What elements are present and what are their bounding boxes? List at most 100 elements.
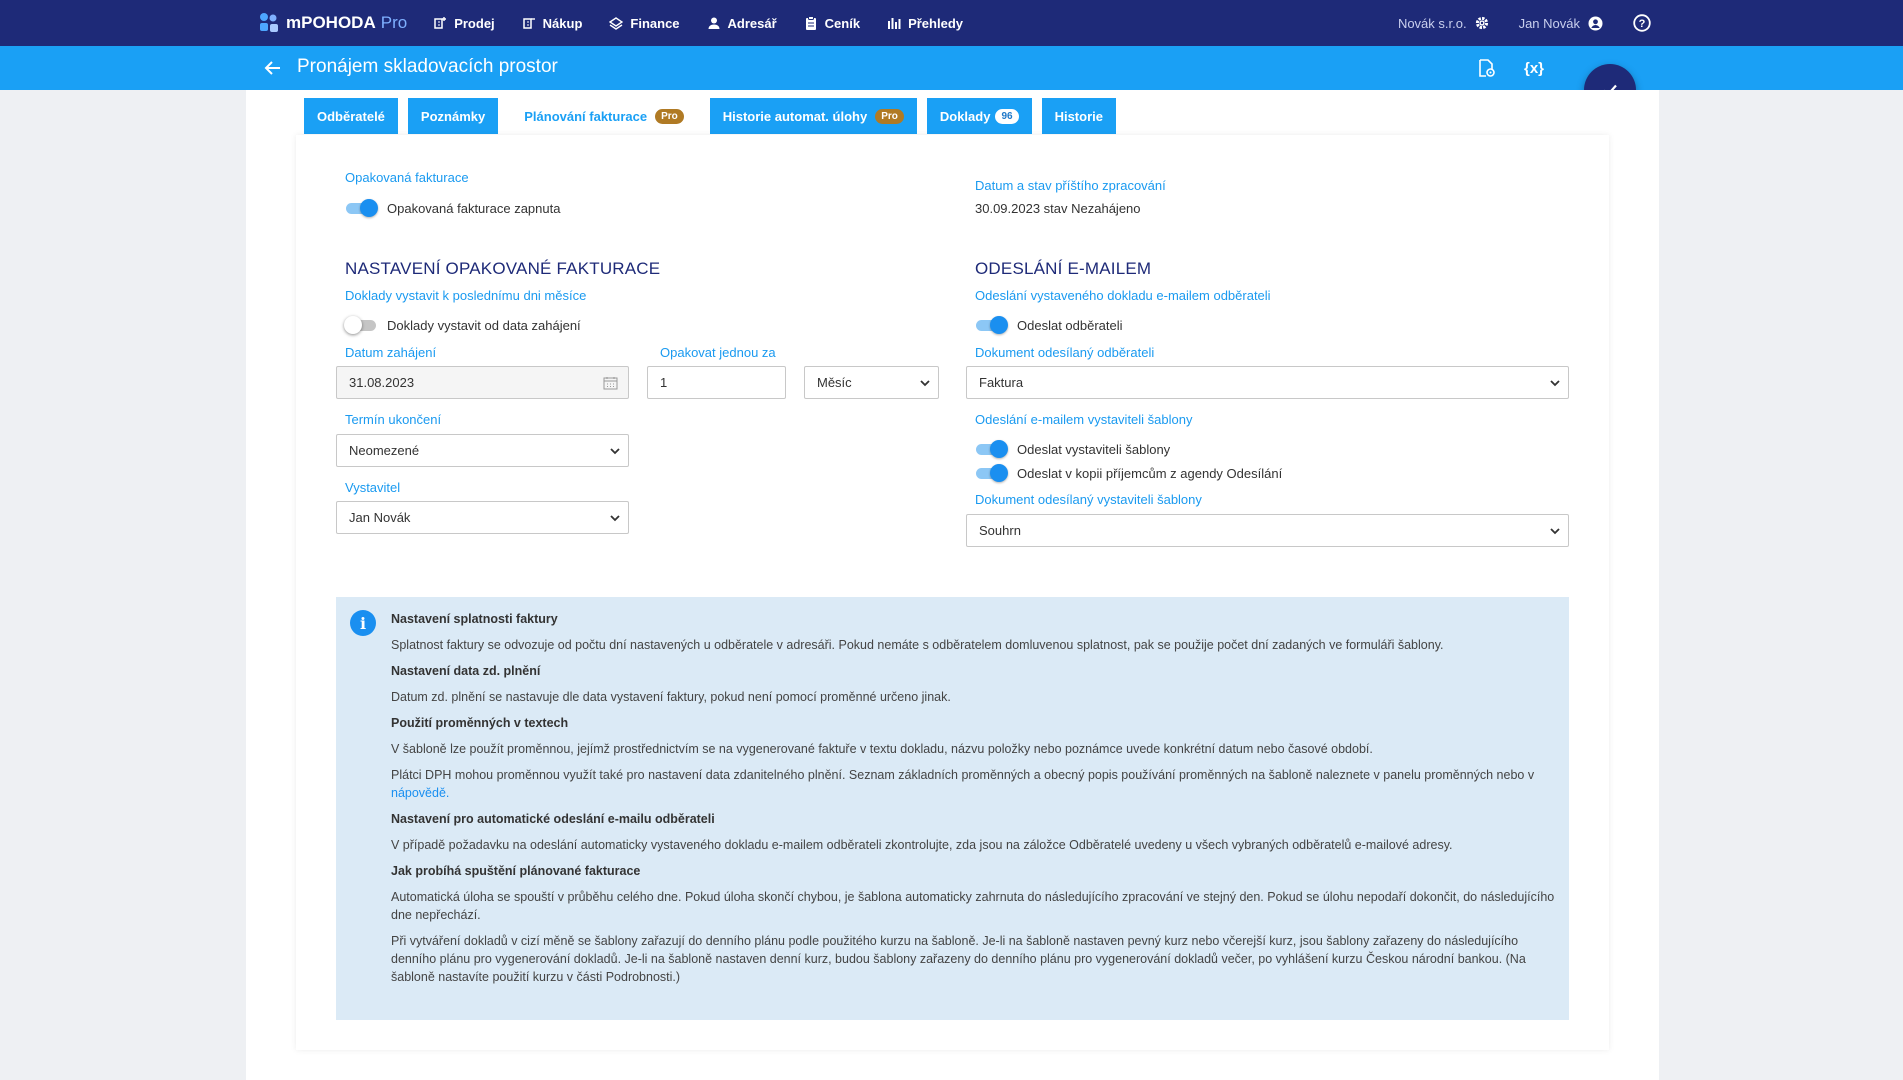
doc-issuer-value: Souhrn <box>979 523 1021 538</box>
nav-label: Prodej <box>454 15 495 31</box>
svg-text:?: ? <box>1639 18 1646 30</box>
info-paragraph: Plátci DPH mohou proměnnou využít také p… <box>391 768 1535 782</box>
send-issuer-toggle[interactable] <box>974 440 1008 458</box>
info-heading: Nastavení data zd. plnění <box>391 664 541 678</box>
from-start-toggle-label: Doklady vystavit od data zahájení <box>387 318 581 333</box>
info-paragraph-with-link: Plátci DPH mohou proměnnou využít také p… <box>391 766 1556 802</box>
nav-item-prehledy[interactable]: Přehledy <box>887 16 963 31</box>
chevron-down-icon <box>610 515 620 522</box>
nav-item-prodej[interactable]: Prodej <box>433 15 495 31</box>
variables-button[interactable]: {x} <box>1522 56 1546 80</box>
nav-label: Přehledy <box>908 15 963 31</box>
end-value: Neomezené <box>349 443 420 458</box>
help-link[interactable]: nápovědě. <box>391 786 449 800</box>
nav-item-nakup[interactable]: Nákup <box>522 15 583 31</box>
app-edition: Pro <box>380 13 408 32</box>
gear-icon <box>1475 16 1488 30</box>
top-navigation: mPOHODA Pro Prodej Nákup Finance Adresář… <box>0 0 1903 46</box>
nav-item-adresar[interactable]: Adresář <box>707 16 777 31</box>
tab-label: Doklady <box>939 108 991 124</box>
count-badge: 96 <box>995 108 1019 124</box>
tab-label: Historie automat. úlohy <box>722 108 868 124</box>
start-date-input[interactable]: 31.08.2023 <box>336 366 629 399</box>
recurring-toggle-label: Opakovaná fakturace zapnuta <box>387 201 561 216</box>
purchase-icon <box>522 18 535 29</box>
end-label: Termín ukončení <box>345 412 442 427</box>
start-date-value: 31.08.2023 <box>349 375 415 390</box>
email-issuer-label: Odeslání e-mailem vystaviteli šablony <box>975 412 1193 427</box>
repeat-unit-select[interactable]: Měsíc <box>804 366 939 399</box>
doc-customer-value: Faktura <box>979 375 1024 390</box>
last-day-label: Doklady vystavit k poslednímu dni měsíce <box>345 288 587 303</box>
nav-item-finance[interactable]: Finance <box>609 16 680 31</box>
send-customer-toggle-label: Odeslat odběrateli <box>1017 318 1123 333</box>
tab-label: Odběratelé <box>317 108 385 124</box>
doc-customer-label: Dokument odesílaný odběrateli <box>975 345 1155 360</box>
user-menu[interactable]: Jan Novák <box>1519 16 1603 31</box>
sales-icon <box>434 17 447 29</box>
info-paragraph: V šabloně lze použít proměnnou, jejímž p… <box>391 742 1373 756</box>
company-selector[interactable]: Novák s.r.o. <box>1398 16 1489 31</box>
info-heading: Jak probíhá spuštění plánované fakturace <box>391 864 641 878</box>
issuer-value: Jan Novák <box>349 510 411 525</box>
info-paragraph: Datum zd. plnění se nastavuje dle data v… <box>391 690 951 704</box>
send-copy-toggle-label: Odeslat v kopii příjemcům z agendy Odesí… <box>1017 466 1283 481</box>
pro-badge: Pro <box>875 108 904 124</box>
tab-planovani-fakturace[interactable]: Plánování fakturace Pro <box>508 98 700 134</box>
person-icon <box>708 17 720 29</box>
logo-icon <box>260 13 278 32</box>
tab-historie-automat-ulohy[interactable]: Historie automat. úlohy Pro <box>709 98 917 134</box>
from-start-toggle[interactable] <box>344 316 378 334</box>
nav-label: Adresář <box>727 15 777 31</box>
user-icon <box>1588 16 1603 30</box>
nav-label: Nákup <box>542 15 583 31</box>
repeat-value: 1 <box>660 375 668 390</box>
repeat-input[interactable]: 1 <box>647 366 786 399</box>
recurring-toggle[interactable] <box>344 199 378 217</box>
doc-issuer-select[interactable]: Souhrn <box>966 514 1569 547</box>
send-issuer-toggle-label: Odeslat vystaviteli šablony <box>1017 442 1171 457</box>
help-button[interactable]: ? <box>1633 14 1651 32</box>
info-heading: Použití proměnných v textech <box>391 716 569 730</box>
tab-poznamky[interactable]: Poznámky <box>407 98 499 134</box>
calendar-icon[interactable] <box>603 376 618 390</box>
info-paragraph: Splatnost faktury se odvozuje od počtu d… <box>391 638 1444 652</box>
info-icon: i <box>350 610 376 636</box>
tab-historie[interactable]: Historie <box>1041 98 1116 134</box>
tab-bar: Odběratelé Poznámky Plánování fakturace P… <box>304 98 1126 134</box>
issuer-select[interactable]: Jan Novák <box>336 501 629 534</box>
chevron-down-icon <box>1550 528 1560 535</box>
info-paragraph: Při vytváření dokladů v cizí měně se šab… <box>391 934 1526 984</box>
app-logo[interactable]: mPOHODA Pro <box>258 12 407 34</box>
info-heading: Nastavení pro automatické odeslání e-mai… <box>391 812 715 826</box>
document-settings-icon <box>1479 59 1495 77</box>
settings-heading: NASTAVENÍ OPAKOVANÉ FAKTURACE <box>345 259 661 278</box>
tab-odberatele[interactable]: Odběratelé <box>304 98 398 134</box>
repeat-unit-value: Měsíc <box>817 375 852 390</box>
tab-label: Historie <box>1054 108 1103 124</box>
clipboard-icon <box>805 16 816 30</box>
chevron-down-icon <box>610 448 620 455</box>
info-paragraph: V případě požadavku na odeslání automati… <box>391 838 1453 852</box>
email-heading: ODESLÁNÍ E-MAILEM <box>975 259 1152 278</box>
finance-icon <box>609 17 624 30</box>
info-box: i Nastavení splatnosti faktury Splatnost… <box>336 597 1569 1020</box>
pro-badge: Pro <box>655 108 684 124</box>
doc-customer-select[interactable]: Faktura <box>966 366 1569 399</box>
email-customer-label: Odeslání vystaveného dokladu e-mailem od… <box>975 288 1271 303</box>
document-settings-button[interactable] <box>1474 56 1498 80</box>
start-date-label: Datum zahájení <box>345 345 437 360</box>
company-name: Novák s.r.o. <box>1397 15 1467 31</box>
send-customer-toggle[interactable] <box>974 316 1008 334</box>
tab-doklady[interactable]: Doklady 96 <box>926 98 1032 134</box>
user-name: Jan Novák <box>1518 15 1580 31</box>
send-copy-toggle[interactable] <box>974 464 1008 482</box>
page-title: Pronájem skladovacích prostor <box>297 56 558 77</box>
next-processing-value: 30.09.2023 stav Nezahájeno <box>975 201 1141 216</box>
nav-item-cenik[interactable]: Ceník <box>804 16 860 31</box>
recurring-label: Opakovaná fakturace <box>345 170 469 185</box>
help-icon: ? <box>1633 14 1651 32</box>
info-paragraph: Automatická úloha se spouští v průběhu c… <box>391 890 1555 922</box>
end-select[interactable]: Neomezené <box>336 434 629 467</box>
back-arrow-icon[interactable] <box>262 57 284 79</box>
